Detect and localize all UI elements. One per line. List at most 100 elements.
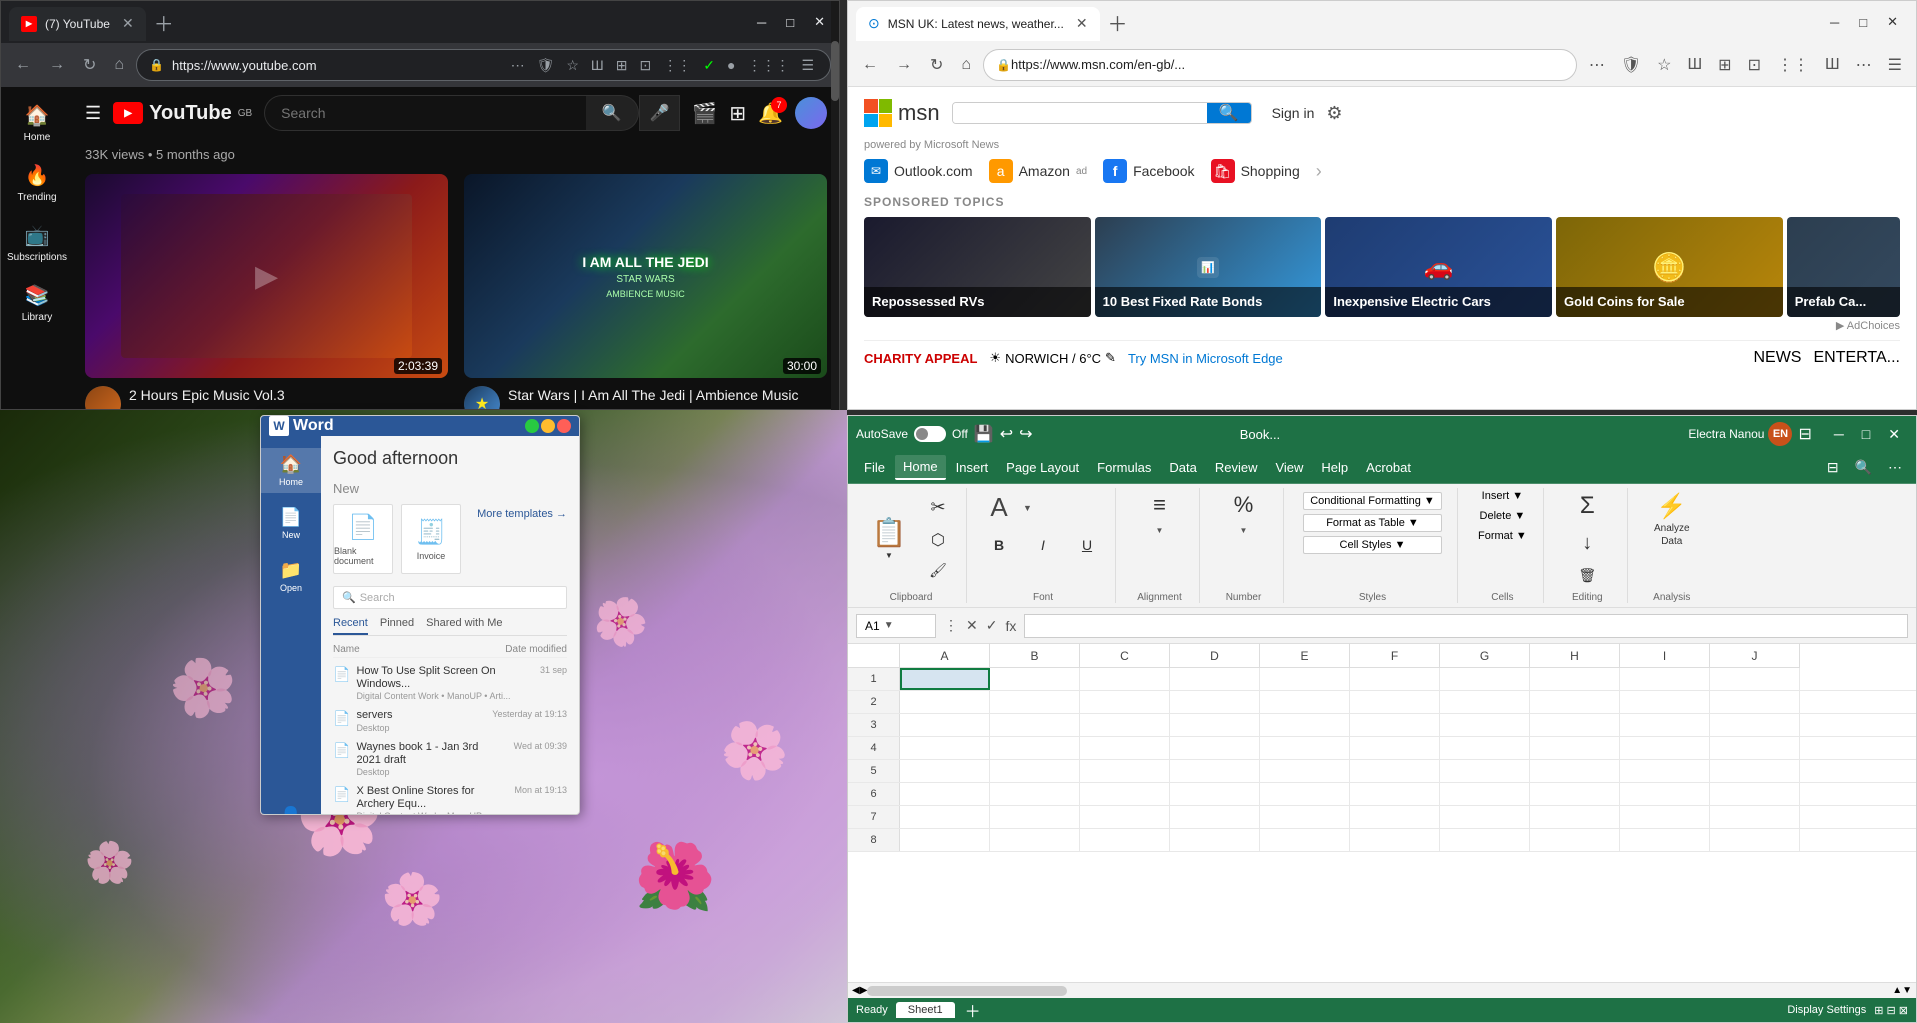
col-header-C[interactable]: C [1080, 644, 1170, 668]
cell-E8[interactable] [1260, 829, 1350, 851]
cell-G8[interactable] [1440, 829, 1530, 851]
yt-refresh-btn[interactable]: ↻ [77, 51, 102, 79]
msn-fav1[interactable]: Ш [1819, 52, 1846, 78]
col-header-H[interactable]: H [1530, 644, 1620, 668]
cell-I6[interactable] [1620, 783, 1710, 805]
cell-B4[interactable] [990, 737, 1080, 759]
excel-menu-pagelayout[interactable]: Page Layout [998, 456, 1087, 479]
cell-C4[interactable] [1080, 737, 1170, 759]
align-dropdown-arrow[interactable]: ▼ [1156, 526, 1164, 535]
msn-home-btn[interactable]: ⌂ [955, 52, 977, 78]
cell-J3[interactable] [1710, 714, 1800, 736]
cell-J6[interactable] [1710, 783, 1800, 805]
yt-grid[interactable]: ⋮⋮ [659, 53, 695, 78]
cell-J1[interactable] [1710, 668, 1800, 690]
word-maximize[interactable] [525, 419, 539, 433]
ribbon-cells-format[interactable]: Format ▼ [1470, 528, 1535, 544]
cell-E4[interactable] [1260, 737, 1350, 759]
youtube-minimize[interactable]: ─ [751, 13, 772, 32]
word-tab-shared[interactable]: Shared with Me [426, 617, 502, 635]
formula-menu-icon[interactable]: ⋮ [942, 615, 960, 636]
msn-refresh-btn[interactable]: ↻ [924, 51, 949, 79]
cell-A5[interactable] [900, 760, 990, 782]
yt-scrollbar[interactable] [831, 87, 839, 409]
cell-I3[interactable] [1620, 714, 1710, 736]
ribbon-format-table-btn[interactable]: Format as Table ▼ [1303, 514, 1442, 532]
cell-A3[interactable] [900, 714, 990, 736]
cell-C1[interactable] [1080, 668, 1170, 690]
cell-J8[interactable] [1710, 829, 1800, 851]
cell-G7[interactable] [1440, 806, 1530, 828]
word-nav-new[interactable]: 📄 New [261, 501, 321, 546]
cell-F6[interactable] [1350, 783, 1440, 805]
excel-vscroll-up[interactable]: ▲ [1892, 985, 1902, 996]
youtube-tab[interactable]: ▶ (7) YouTube ✕ [9, 7, 146, 41]
msn-sign-in[interactable]: Sign in [1272, 105, 1315, 121]
formula-cancel-icon[interactable]: ✕ [964, 615, 980, 636]
word-nav-open[interactable]: 📁 Open [261, 554, 321, 599]
msn-try-edge[interactable]: Try MSN in Microsoft Edge [1128, 351, 1283, 366]
ribbon-cut-btn[interactable]: ✂ [918, 493, 958, 522]
cell-ref-arrow[interactable]: ▼ [884, 620, 894, 631]
yt-more[interactable]: ⋮⋮⋮ [743, 53, 793, 78]
msn-ext-btn[interactable]: ⋯ [1583, 51, 1611, 79]
yt-pwa[interactable]: ⊡ [636, 53, 656, 78]
excel-maximize[interactable]: □ [1854, 424, 1878, 445]
excel-display-settings[interactable]: Display Settings [1787, 1004, 1866, 1016]
msn-star[interactable]: ☆ [1651, 51, 1677, 79]
cell-A2[interactable] [900, 691, 990, 713]
cell-J5[interactable] [1710, 760, 1800, 782]
cell-D6[interactable] [1170, 783, 1260, 805]
msn-link-facebook[interactable]: f Facebook [1103, 159, 1194, 183]
cell-C2[interactable] [1080, 691, 1170, 713]
cell-B5[interactable] [990, 760, 1080, 782]
cell-D1[interactable] [1170, 668, 1260, 690]
cell-E5[interactable] [1260, 760, 1350, 782]
cell-G2[interactable] [1440, 691, 1530, 713]
youtube-tab-close[interactable]: ✕ [122, 15, 134, 32]
number-dropdown-arrow[interactable]: ▼ [1240, 526, 1248, 535]
yt-address-bar[interactable]: 🔒 https://www.youtube.com ⋯ 🛡 ☆ Ш ⊞ ⊡ ⋮⋮… [136, 49, 831, 81]
formula-fx-icon[interactable]: fx [1003, 616, 1018, 636]
msn-fav2[interactable]: ⋯ [1850, 51, 1878, 79]
cell-E2[interactable] [1260, 691, 1350, 713]
cell-E3[interactable] [1260, 714, 1350, 736]
cell-C8[interactable] [1080, 829, 1170, 851]
msn-link-shopping[interactable]: 🛍 Shopping [1211, 159, 1300, 183]
excel-undo-btn[interactable]: ↩ [1000, 424, 1013, 444]
msn-search-input[interactable] [953, 103, 1207, 123]
cell-D3[interactable] [1170, 714, 1260, 736]
cell-I1[interactable] [1620, 668, 1710, 690]
cell-A1[interactable] [900, 668, 990, 690]
yt-nav-home[interactable]: 🏠 Home [1, 95, 73, 151]
cell-B6[interactable] [990, 783, 1080, 805]
cell-C3[interactable] [1080, 714, 1170, 736]
ribbon-underline-btn[interactable]: U [1067, 533, 1107, 557]
cell-H5[interactable] [1530, 760, 1620, 782]
excel-menu-acrobat[interactable]: Acrobat [1358, 456, 1419, 479]
msn-maximize[interactable]: □ [1849, 12, 1877, 32]
msn-address-bar[interactable]: 🔒 https://www.msn.com/en-gb/... [983, 49, 1577, 81]
col-header-E[interactable]: E [1260, 644, 1350, 668]
cell-C7[interactable] [1080, 806, 1170, 828]
cell-E1[interactable] [1260, 668, 1350, 690]
word-tab-pinned[interactable]: Pinned [380, 617, 414, 635]
excel-share[interactable]: ⋯ [1882, 457, 1908, 478]
ribbon-bold-btn[interactable]: B [979, 533, 1019, 557]
ribbon-sum-btn[interactable]: Σ [1567, 488, 1607, 524]
col-header-G[interactable]: G [1440, 644, 1530, 668]
ribbon-format-painter-btn[interactable]: 🖌 [918, 558, 958, 583]
col-header-I[interactable]: I [1620, 644, 1710, 668]
yt-github[interactable]: ● [723, 53, 739, 77]
excel-close[interactable]: ✕ [1880, 424, 1908, 445]
youtube-close[interactable]: ✕ [808, 12, 831, 32]
word-more-templates[interactable]: More templates → [469, 504, 567, 574]
msn-topic-electric[interactable]: 🚗 Inexpensive Electric Cars [1325, 217, 1552, 317]
cell-I5[interactable] [1620, 760, 1710, 782]
excel-redo-btn[interactable]: ↪ [1019, 424, 1032, 444]
yt-mic-btn[interactable]: 🎤 [639, 95, 681, 131]
ribbon-cells-delete[interactable]: Delete ▼ [1472, 508, 1534, 524]
ribbon-align-btn[interactable]: ≡ [1140, 488, 1180, 522]
col-header-B[interactable]: B [990, 644, 1080, 668]
excel-menu-help[interactable]: Help [1313, 456, 1356, 479]
